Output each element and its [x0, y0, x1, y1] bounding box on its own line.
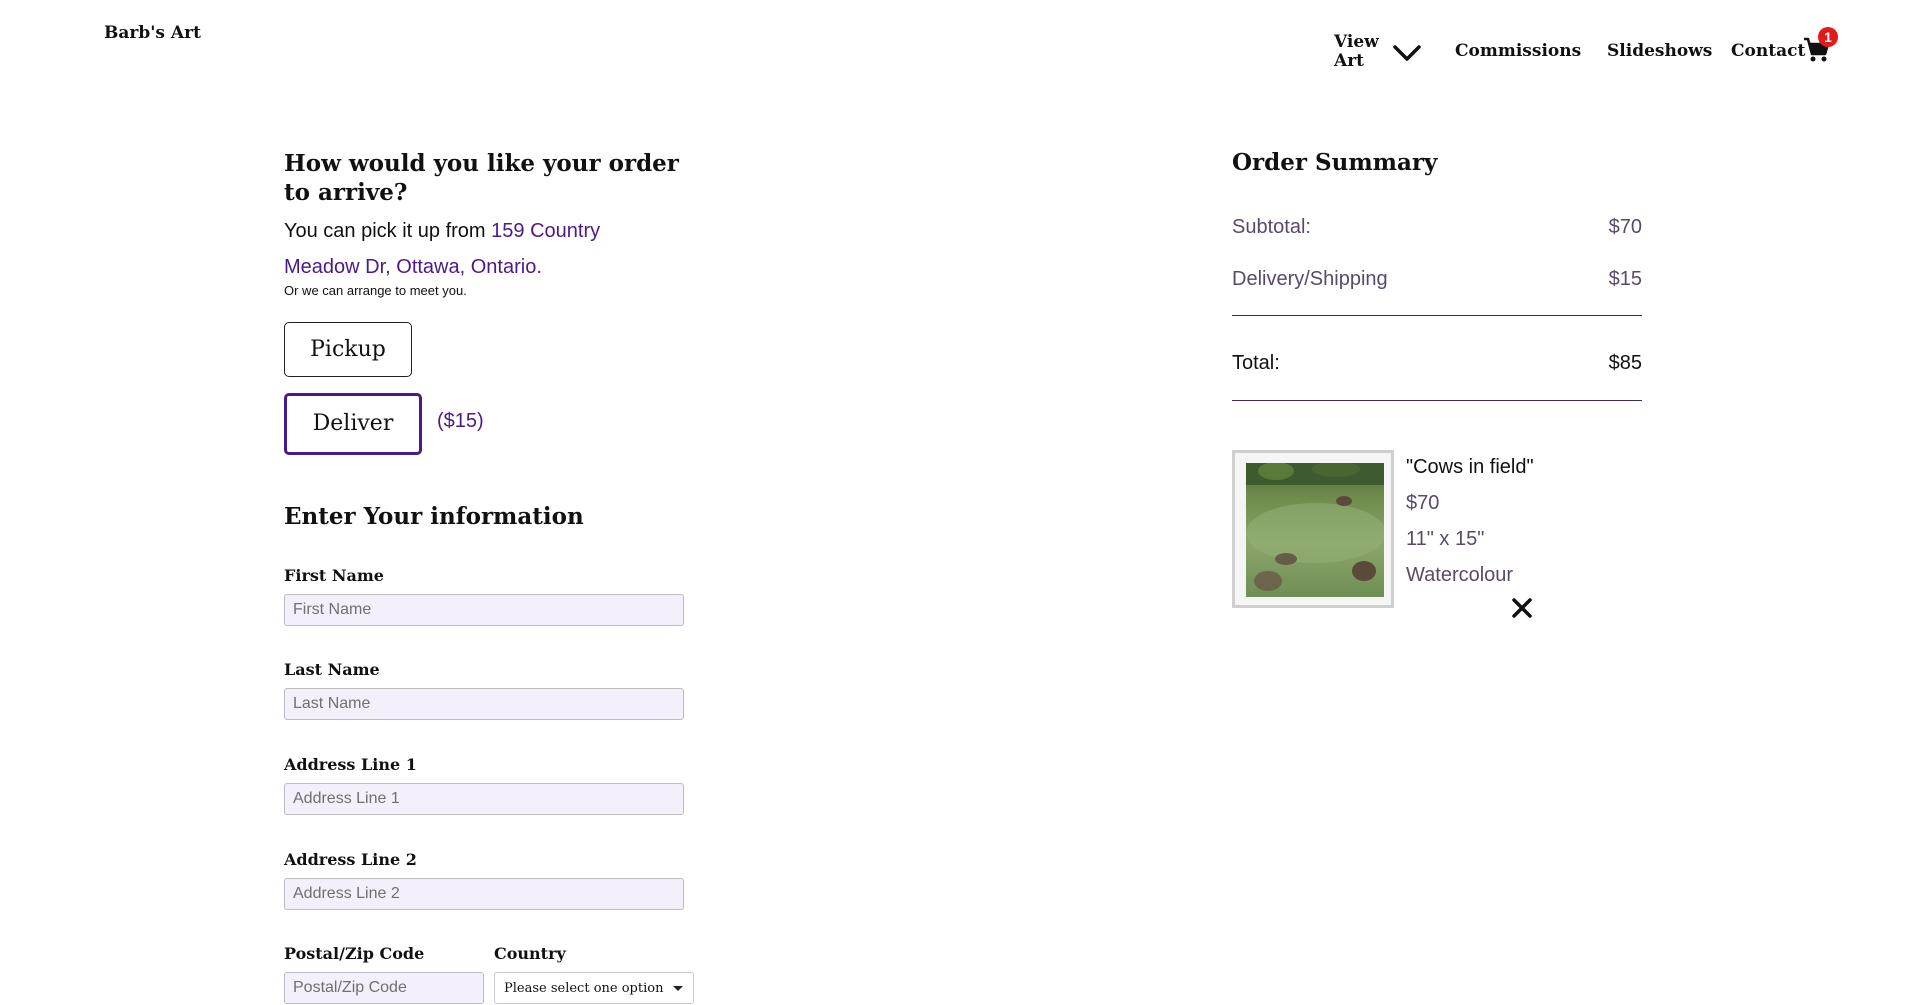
close-icon[interactable] [1511, 597, 1533, 619]
divider [1232, 400, 1642, 401]
address-line-1-field[interactable] [284, 783, 684, 815]
shipping-label: Delivery/Shipping [1232, 268, 1388, 290]
pickup-prefix: You can pick it up from [284, 220, 492, 242]
chevron-down-icon[interactable] [1392, 42, 1422, 64]
form-title: Enter Your information [284, 503, 584, 530]
nav-contact[interactable]: Contact [1731, 41, 1805, 61]
subtotal-label: Subtotal: [1232, 216, 1311, 238]
divider [1232, 315, 1642, 316]
subtotal-value: $70 [1608, 216, 1642, 238]
shipping-row: Delivery/Shipping $15 [1232, 268, 1642, 291]
country-label: Country [494, 944, 566, 963]
postal-code-field[interactable] [284, 972, 484, 1004]
first-name-label: First Name [284, 566, 384, 585]
cart-count-badge: 1 [1818, 27, 1838, 47]
pickup-button[interactable]: Pickup [284, 322, 412, 377]
last-name-label: Last Name [284, 660, 380, 679]
delivery-question-title: How would you like your order to arrive? [284, 150, 679, 206]
item-title: "Cows in field" [1406, 456, 1534, 478]
total-row: Total: $85 [1232, 352, 1642, 375]
deliver-price: ($15) [437, 410, 484, 432]
address-line-1-label: Address Line 1 [284, 755, 417, 774]
total-value: $85 [1608, 352, 1642, 374]
nav-slideshows[interactable]: Slideshows [1607, 41, 1712, 61]
caret-down-icon [673, 986, 683, 991]
artwork-image [1246, 463, 1384, 597]
first-name-field[interactable] [284, 594, 684, 626]
country-selected-value: Please select one option [504, 981, 664, 996]
address-line-2-label: Address Line 2 [284, 850, 417, 869]
item-medium: Watercolour [1406, 564, 1514, 586]
item-price: $70 [1406, 492, 1440, 514]
brand-logo[interactable]: Barb's Art [104, 23, 201, 43]
artwork-thumbnail[interactable] [1232, 450, 1394, 608]
address-line-2-field[interactable] [284, 878, 684, 910]
shipping-value: $15 [1608, 268, 1642, 290]
nav-view-art[interactable]: View Art [1334, 33, 1382, 71]
total-label: Total: [1232, 352, 1280, 374]
nav-commissions[interactable]: Commissions [1455, 41, 1581, 61]
country-select[interactable]: Please select one option [494, 972, 694, 1004]
postal-code-label: Postal/Zip Code [284, 944, 425, 963]
last-name-field[interactable] [284, 688, 684, 720]
deliver-button[interactable]: Deliver [284, 393, 422, 455]
meet-text: Or we can arrange to meet you. [284, 283, 467, 298]
nav-view-art-label: View Art [1334, 32, 1379, 71]
subtotal-row: Subtotal: $70 [1232, 216, 1642, 239]
item-size: 11" x 15" [1406, 528, 1485, 550]
order-summary-title: Order Summary [1232, 149, 1438, 176]
pickup-info: You can pick it up from 159 Country Mead… [284, 213, 644, 285]
